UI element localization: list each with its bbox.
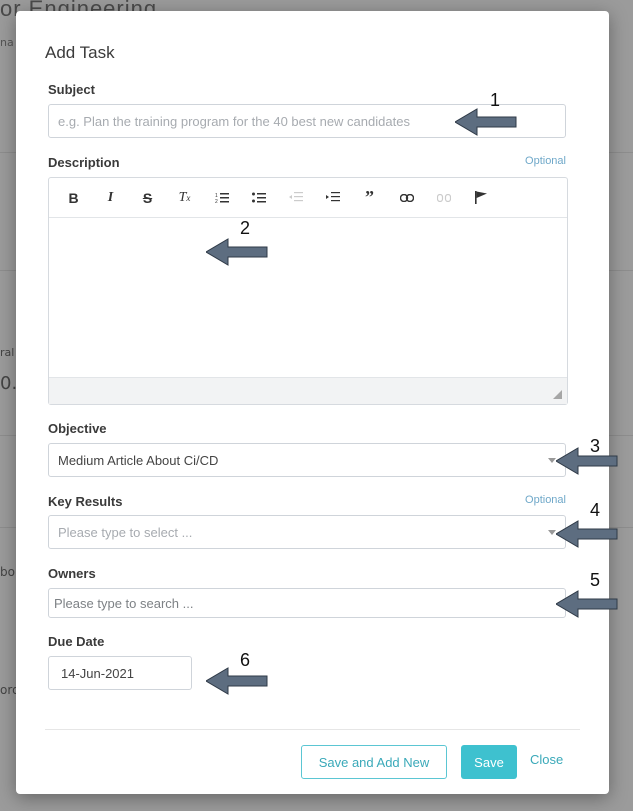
description-text-area[interactable] — [49, 219, 567, 377]
blockquote-icon[interactable]: ” — [351, 183, 388, 213]
clear-format-icon[interactable]: Tx — [166, 183, 203, 213]
flag-icon[interactable] — [462, 183, 499, 213]
due-date-input[interactable]: 14-Jun-2021 — [48, 656, 192, 690]
annotation-arrow-icon — [455, 108, 517, 136]
italic-icon[interactable]: I — [92, 183, 129, 213]
background-divider — [609, 270, 633, 271]
owners-search-input[interactable]: Please type to search ... — [48, 588, 566, 618]
resize-handle-icon[interactable] — [553, 390, 562, 399]
objective-selected-value: Medium Article About Ci/CD — [58, 452, 219, 468]
background-page-subtitle: na — [0, 36, 14, 49]
annotation-arrow-icon — [556, 447, 618, 475]
background-fragment: bo — [0, 565, 15, 579]
key-results-optional-hint: Optional — [525, 494, 566, 506]
due-date-label: Due Date — [48, 634, 105, 649]
add-task-modal: Add Task Subject e.g. Plan the training … — [16, 11, 609, 794]
bulleted-list-icon[interactable] — [240, 183, 277, 213]
save-and-add-new-button[interactable]: Save and Add New — [301, 745, 447, 779]
close-button[interactable]: Close — [530, 752, 563, 767]
chevron-down-icon — [548, 530, 556, 535]
save-button[interactable]: Save — [461, 745, 517, 779]
key-results-select[interactable]: Please type to select ... — [48, 515, 566, 549]
subject-label: Subject — [48, 82, 95, 97]
outdent-icon[interactable] — [277, 183, 314, 213]
editor-toolbar: B I S Tx 12 ” — [49, 178, 567, 218]
description-editor: B I S Tx 12 ” — [48, 177, 568, 405]
background-divider — [0, 527, 16, 528]
owners-label: Owners — [48, 566, 96, 581]
objective-label: Objective — [48, 421, 107, 436]
due-date-value: 14-Jun-2021 — [61, 665, 134, 681]
svg-text:2: 2 — [215, 199, 218, 204]
indent-icon[interactable] — [314, 183, 351, 213]
modal-title: Add Task — [45, 43, 115, 62]
link-icon[interactable] — [388, 183, 425, 213]
key-results-label: Key Results — [48, 494, 123, 509]
annotation-number: 4 — [590, 500, 601, 520]
description-optional-hint: Optional — [525, 155, 566, 167]
background-divider — [609, 152, 633, 153]
background-divider — [0, 152, 16, 153]
chevron-down-icon — [548, 458, 556, 463]
editor-status-bar — [49, 377, 567, 404]
footer-divider — [45, 729, 580, 730]
bold-icon[interactable]: B — [55, 183, 92, 213]
objective-select[interactable]: Medium Article About Ci/CD — [48, 443, 566, 477]
strikethrough-icon[interactable]: S — [129, 183, 166, 213]
annotation-arrow-icon — [556, 520, 618, 548]
annotation-number: 2 — [240, 218, 251, 238]
annotation-arrow-icon — [206, 667, 268, 695]
key-results-placeholder: Please type to select ... — [58, 524, 193, 540]
background-divider — [609, 435, 633, 436]
owners-placeholder: Please type to search ... — [54, 595, 194, 611]
description-label: Description — [48, 155, 120, 170]
background-divider — [0, 270, 16, 271]
background-fragment: ral — [0, 346, 15, 359]
subject-placeholder: e.g. Plan the training program for the 4… — [58, 113, 410, 129]
annotation-number: 5 — [590, 570, 601, 590]
numbered-list-icon[interactable]: 12 — [203, 183, 240, 213]
annotation-arrow-icon — [556, 590, 618, 618]
unlink-icon[interactable] — [425, 183, 462, 213]
annotation-arrow-icon — [206, 238, 268, 266]
background-divider — [0, 435, 16, 436]
